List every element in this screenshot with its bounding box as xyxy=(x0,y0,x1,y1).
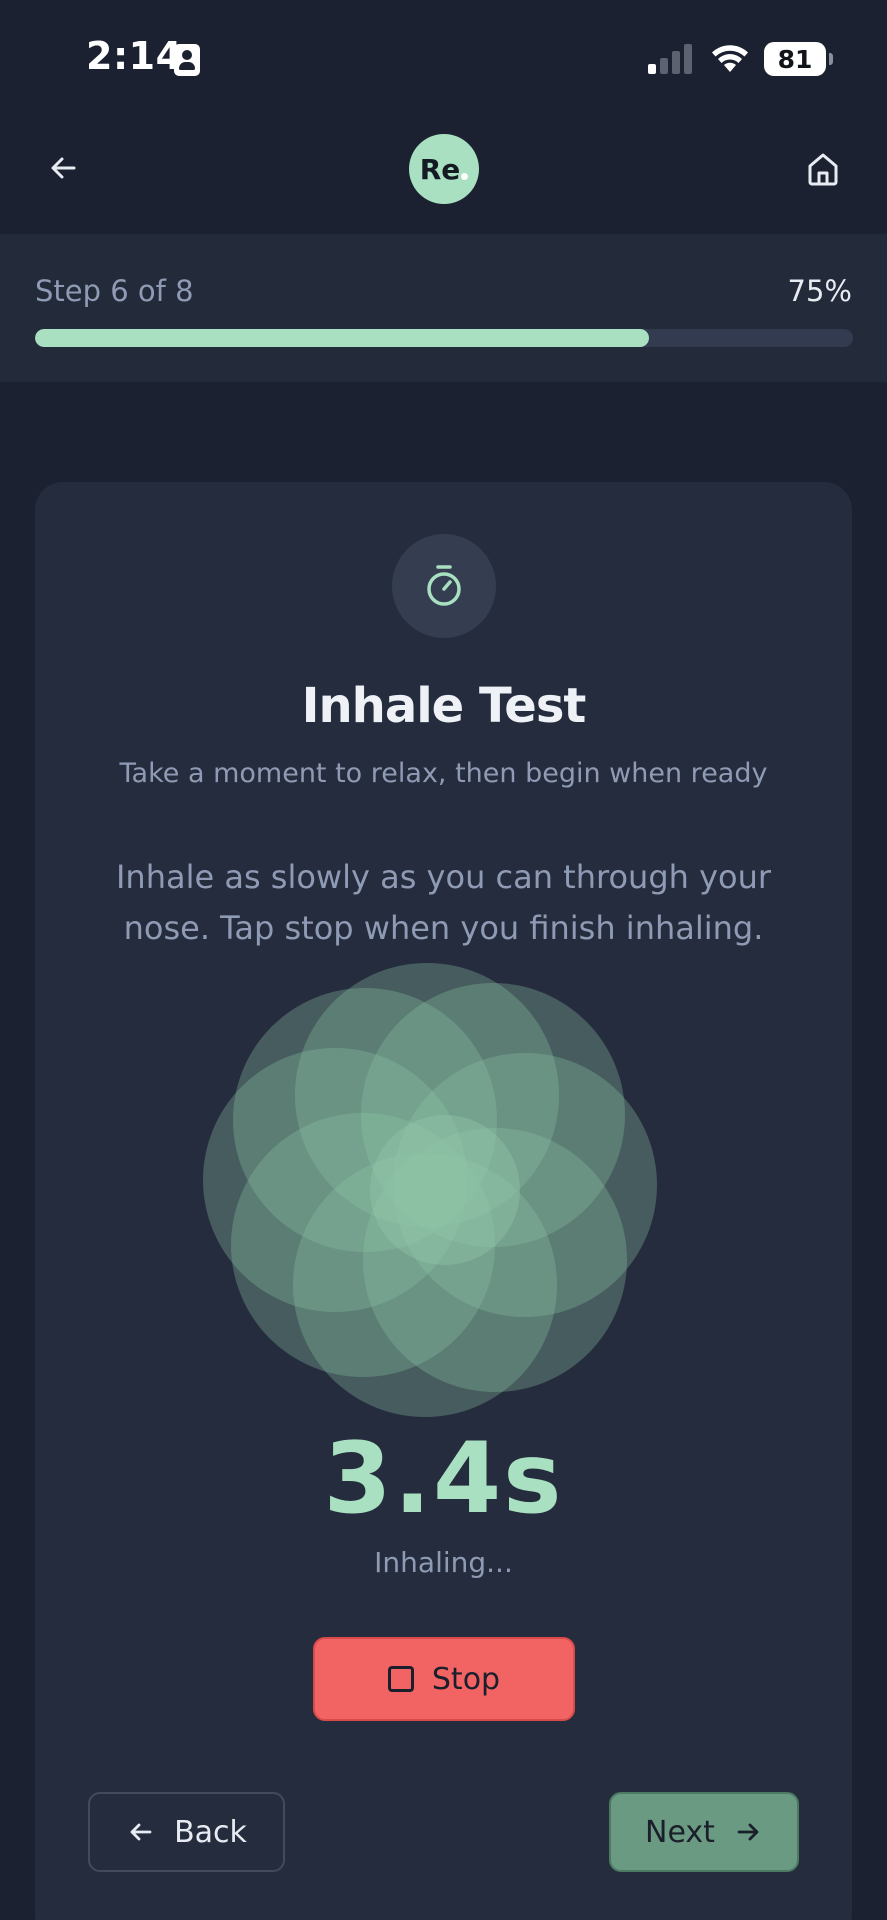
arrow-left-icon xyxy=(130,1823,152,1841)
back-button[interactable]: Back xyxy=(88,1792,285,1872)
instructions-text: Inhale as slowly as you can through your… xyxy=(115,858,772,947)
progress-bar xyxy=(35,329,853,347)
logo-text: Re xyxy=(419,152,461,186)
progress-step-label: Step 6 of 8 xyxy=(35,274,194,308)
timer-status: Inhaling... xyxy=(374,1546,513,1579)
progress-bar-fill xyxy=(35,329,649,347)
battery-level: 81 xyxy=(777,44,813,74)
stop-button-label: Stop xyxy=(431,1661,501,1697)
arrow-right-icon xyxy=(737,1823,759,1841)
battery-icon: 81 xyxy=(764,42,833,76)
progress-section: Step 6 of 8 75% xyxy=(0,234,887,382)
next-button-label: Next xyxy=(645,1814,715,1850)
status-bar: 2:14 81 xyxy=(0,0,887,110)
logo-dot xyxy=(461,172,469,180)
timer-value: 3.4s xyxy=(323,1422,564,1536)
stopwatch-icon xyxy=(427,565,461,606)
status-time: 2:14 xyxy=(86,34,183,78)
top-nav: Re xyxy=(0,110,887,234)
progress-percent: 75% xyxy=(787,274,852,308)
timer-badge xyxy=(392,534,496,638)
page-title: Inhale Test xyxy=(301,678,587,734)
breathing-animation xyxy=(203,963,657,1417)
home-icon[interactable] xyxy=(804,150,842,188)
test-card: Inhale Test Take a moment to relax, then… xyxy=(35,482,852,1920)
contact-card-icon xyxy=(174,44,200,76)
next-button[interactable]: Next xyxy=(609,1792,799,1872)
stop-button[interactable]: Stop xyxy=(313,1637,575,1721)
app-logo: Re xyxy=(409,134,479,204)
inhale-test-screen: 2:14 81 Re Step 6 of 8 75% Inhale Test T… xyxy=(0,0,887,1920)
page-subtitle: Take a moment to relax, then begin when … xyxy=(119,758,768,789)
stop-square-icon xyxy=(387,1666,414,1692)
back-button-label: Back xyxy=(174,1814,247,1850)
arrow-left-icon[interactable] xyxy=(46,150,82,186)
wifi-icon xyxy=(712,45,748,72)
cellular-signal-icon xyxy=(648,44,692,74)
breath-core xyxy=(370,1115,520,1265)
